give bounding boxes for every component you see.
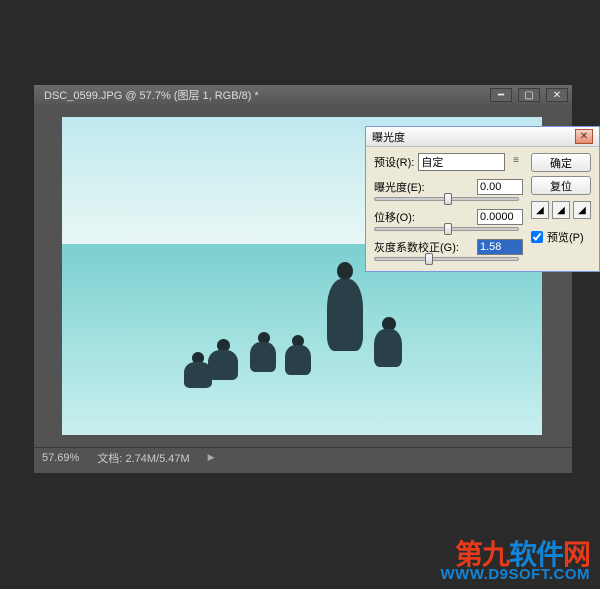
exposure-input[interactable]	[477, 179, 523, 195]
offset-slider[interactable]	[374, 227, 519, 231]
preview-checkbox-row[interactable]: 预览(P)	[531, 229, 591, 245]
dialog-title: 曝光度	[372, 129, 405, 145]
eyedropper-gray-icon[interactable]: ◢	[552, 201, 570, 219]
window-controls: ━ ▢ ✕	[490, 88, 568, 102]
preset-select[interactable]: 自定	[418, 153, 505, 171]
document-tab[interactable]: DSC_0599.JPG @ 57.7% (图层 1, RGB/8) *	[38, 85, 265, 105]
doc-size-value: 2.74M/5.47M	[125, 453, 189, 465]
watermark: 第九软件网 WWW.D9SOFT.COM	[441, 540, 591, 583]
watermark-url: WWW.D9SOFT.COM	[441, 567, 591, 583]
ok-button[interactable]: 确定	[531, 153, 591, 172]
doc-size-label: 文档:	[97, 453, 122, 465]
preview-checkbox[interactable]	[531, 231, 543, 243]
offset-input[interactable]	[477, 209, 523, 225]
image-figure	[374, 329, 402, 367]
close-button[interactable]: ✕	[546, 88, 568, 102]
exposure-label: 曝光度(E):	[374, 179, 473, 195]
gamma-row: 灰度系数校正(G):	[374, 239, 523, 261]
gamma-input[interactable]	[477, 239, 523, 255]
image-figure	[327, 279, 363, 351]
image-figure	[285, 345, 311, 375]
image-figure	[184, 362, 212, 388]
exposure-slider[interactable]	[374, 197, 519, 201]
exposure-row: 曝光度(E):	[374, 179, 523, 201]
image-figure	[208, 350, 238, 380]
offset-label: 位移(O):	[374, 209, 473, 225]
eyedropper-group: ◢ ◢ ◢	[531, 201, 591, 219]
exposure-dialog: 曝光度 ✕ 预设(R): 自定 ≡ 曝光度(E):	[365, 126, 600, 272]
watermark-text-c: 网	[563, 539, 590, 570]
preset-label: 预设(R):	[374, 154, 414, 170]
watermark-text-b: 软件	[509, 539, 563, 570]
zoom-level[interactable]: 57.69%	[42, 452, 79, 464]
gamma-label: 灰度系数校正(G):	[374, 239, 473, 255]
maximize-button[interactable]: ▢	[518, 88, 540, 102]
eyedropper-white-icon[interactable]: ◢	[573, 201, 591, 219]
preview-label: 预览(P)	[547, 229, 584, 245]
document-statusbar: 57.69% 文档: 2.74M/5.47M ▶	[34, 447, 572, 467]
document-titlebar: DSC_0599.JPG @ 57.7% (图层 1, RGB/8) * ━ ▢…	[34, 85, 572, 105]
watermark-text-a: 第九	[455, 539, 509, 570]
dialog-titlebar[interactable]: 曝光度 ✕	[366, 127, 599, 147]
minimize-button[interactable]: ━	[490, 88, 512, 102]
eyedropper-black-icon[interactable]: ◢	[531, 201, 549, 219]
image-figure	[337, 262, 353, 280]
dialog-close-button[interactable]: ✕	[575, 129, 593, 144]
offset-row: 位移(O):	[374, 209, 523, 231]
preset-menu-icon[interactable]: ≡	[509, 155, 523, 169]
image-figure	[250, 342, 276, 372]
gamma-slider[interactable]	[374, 257, 519, 261]
preset-value: 自定	[421, 157, 443, 169]
status-flyout-icon[interactable]: ▶	[208, 452, 215, 463]
reset-button[interactable]: 复位	[531, 176, 591, 195]
